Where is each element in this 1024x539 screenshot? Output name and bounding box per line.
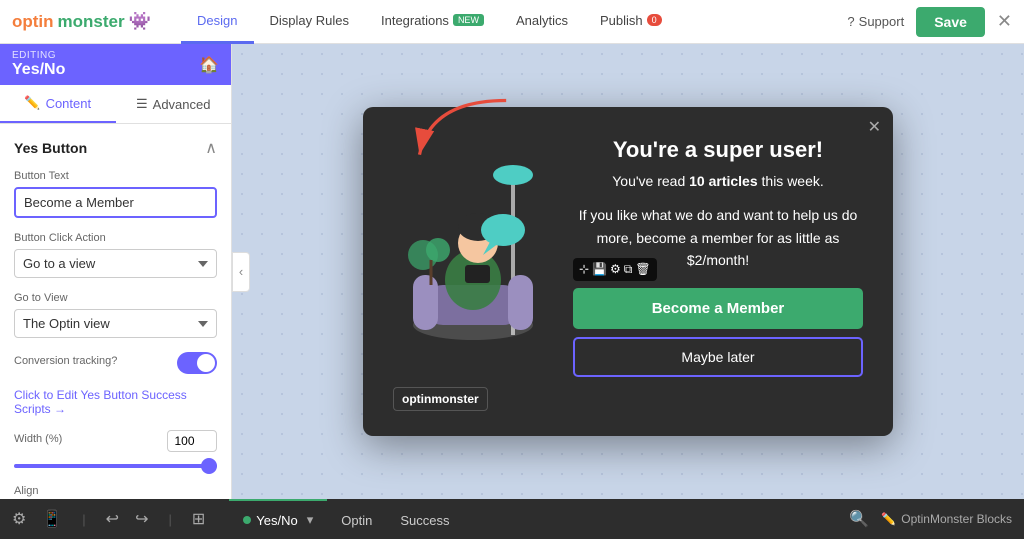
button-text-field: Button Text — [14, 170, 217, 218]
toolbar-settings-icon[interactable]: ⚙ — [610, 262, 621, 277]
logo-text: optin — [12, 12, 54, 32]
editing-info: EDITING Yes/No — [12, 50, 65, 79]
popup-illustration — [393, 155, 553, 358]
member-button-container: ⊹ 💾 ⚙ ⧉ 🗑 Become a Member — [573, 288, 863, 337]
popup-inner: You're a super user! You've read 10 arti… — [393, 137, 863, 376]
yesno-dot — [243, 516, 251, 524]
close-button[interactable]: ✕ — [997, 11, 1012, 32]
chevron-down-icon: ▾ — [307, 512, 314, 528]
bottom-tabs: Yes/No ▾ Optin Success — [229, 499, 463, 539]
conversion-label: Conversion tracking? — [14, 355, 117, 367]
width-field: Width (%) — [14, 430, 217, 471]
blocks-button[interactable]: ✏️ OptinMonster Blocks — [881, 512, 1012, 526]
popup-logo: optinmonster — [393, 387, 488, 411]
button-toolbar: ⊹ 💾 ⚙ ⧉ 🗑 — [573, 258, 657, 281]
illustration-svg — [393, 155, 553, 355]
width-label: Width (%) — [14, 433, 62, 445]
popup-close-icon[interactable]: ✕ — [868, 117, 881, 137]
support-button[interactable]: ? Support — [847, 14, 904, 29]
editing-title: Yes/No — [12, 61, 65, 79]
save-button[interactable]: Save — [916, 7, 985, 37]
editing-label: EDITING — [12, 50, 65, 61]
become-member-button[interactable]: Become a Member — [573, 288, 863, 329]
popup-title: You're a super user! — [573, 137, 863, 163]
popup-logo-area: optinmonster — [393, 391, 863, 406]
bottom-right: 🔍 ✏️ OptinMonster Blocks — [849, 509, 1012, 529]
divider: | — [82, 512, 85, 527]
go-to-view-field: Go to View The Optin view — [14, 292, 217, 338]
top-navigation: optinmonster 👾 Design Display Rules Inte… — [0, 0, 1024, 44]
click-action-select[interactable]: Go to a view — [14, 249, 217, 278]
toolbar-delete-icon[interactable]: 🗑 — [635, 262, 650, 277]
new-badge: NEW — [453, 14, 484, 26]
toolbar-copy-icon[interactable]: ⧉ — [624, 262, 633, 277]
nav-integrations[interactable]: Integrations NEW — [365, 0, 500, 44]
nav-links: Design Display Rules Integrations NEW An… — [181, 0, 847, 44]
width-slider[interactable] — [14, 464, 217, 468]
bottom-tab-success[interactable]: Success — [386, 499, 463, 539]
search-icon[interactable]: 🔍 — [849, 509, 869, 529]
align-field: Align ⫤ ⊟ ⫥ — [14, 485, 217, 499]
nav-design[interactable]: Design — [181, 0, 253, 44]
conversion-toggle[interactable] — [177, 352, 217, 374]
grid-icon[interactable]: ⊞ — [192, 509, 205, 529]
go-to-view-label: Go to View — [14, 292, 217, 304]
popup: ✕ — [363, 107, 893, 435]
collapse-panel-button[interactable]: ‹ — [232, 252, 250, 292]
nav-analytics[interactable]: Analytics — [500, 0, 584, 44]
click-action-label: Button Click Action — [14, 232, 217, 244]
nav-display-rules[interactable]: Display Rules — [254, 0, 365, 44]
nav-publish[interactable]: Publish 0 — [584, 0, 678, 44]
bottom-tab-yesno[interactable]: Yes/No ▾ — [229, 499, 327, 539]
home-icon[interactable]: 🏠 — [199, 55, 219, 75]
left-panel: EDITING Yes/No 🏠 ✏️ Content ☰ Advanced Y… — [0, 44, 232, 499]
maybe-later-button[interactable]: Maybe later — [573, 337, 863, 377]
pencil-blocks-icon: ✏️ — [881, 512, 896, 526]
divider2: | — [168, 512, 171, 527]
undo-icon[interactable]: ↩ — [106, 509, 119, 529]
button-text-input[interactable] — [14, 187, 217, 218]
settings-icon[interactable]: ⚙ — [12, 509, 26, 529]
bottom-tab-optin[interactable]: Optin — [327, 499, 386, 539]
panel-tabs: ✏️ Content ☰ Advanced — [0, 85, 231, 124]
section-collapse-icon[interactable]: ∧ — [205, 138, 217, 158]
go-to-view-select[interactable]: The Optin view — [14, 309, 217, 338]
logo: optinmonster 👾 — [12, 11, 151, 32]
bottom-bar: ⚙ 📱 | ↩ ↪ | ⊞ Yes/No ▾ Optin Success 🔍 ✏… — [0, 499, 1024, 539]
list-icon: ☰ — [136, 96, 148, 112]
panel-content: Yes Button ∧ Button Text Button Click Ac… — [0, 124, 231, 499]
click-action-field: Button Click Action Go to a view — [14, 232, 217, 278]
tab-advanced[interactable]: ☰ Advanced — [116, 85, 232, 123]
nav-right: ? Support Save ✕ — [847, 7, 1012, 37]
section-title: Yes Button — [14, 140, 87, 156]
align-label: Align — [14, 485, 217, 497]
popup-subtitle: You've read 10 articles this week. — [573, 171, 863, 192]
publish-badge: 0 — [647, 14, 662, 26]
redo-icon[interactable]: ↪ — [135, 509, 148, 529]
width-input[interactable] — [167, 430, 217, 452]
canvas-area: ‹ ✕ — [232, 44, 1024, 499]
yes-button-section: Yes Button ∧ — [14, 138, 217, 158]
main-area: EDITING Yes/No 🏠 ✏️ Content ☰ Advanced Y… — [0, 44, 1024, 499]
mobile-icon[interactable]: 📱 — [42, 509, 62, 529]
button-text-label: Button Text — [14, 170, 217, 182]
toolbar-save-icon[interactable]: 💾 — [592, 262, 607, 277]
script-link[interactable]: Click to Edit Yes Button Success Scripts… — [14, 388, 217, 416]
conversion-tracking-row: Conversion tracking? — [14, 352, 217, 374]
tab-content[interactable]: ✏️ Content — [0, 85, 116, 123]
editing-header: EDITING Yes/No 🏠 — [0, 44, 231, 85]
toolbar-move-icon[interactable]: ⊹ — [579, 262, 589, 277]
pencil-icon: ✏️ — [24, 95, 40, 111]
popup-content: You're a super user! You've read 10 arti… — [573, 137, 863, 376]
